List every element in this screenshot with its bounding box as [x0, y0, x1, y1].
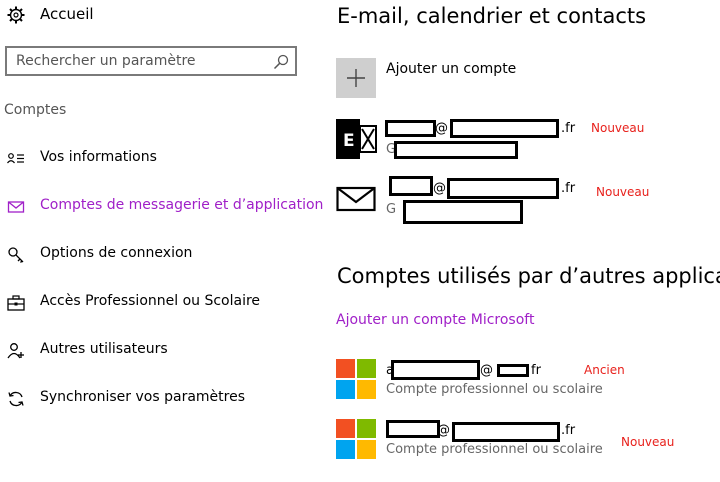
- redacted-name: [385, 120, 436, 137]
- account-type: Compte professionnel ou scolaire: [386, 442, 603, 457]
- redacted-name: [389, 176, 433, 196]
- redacted-name: [386, 420, 440, 438]
- account-type: Compte professionnel ou scolaire: [386, 382, 603, 397]
- add-account-label[interactable]: Ajouter un compte: [386, 61, 516, 77]
- sidebar-item-label: Vos informations: [40, 149, 157, 165]
- status-badge: Nouveau: [621, 435, 675, 449]
- sync-icon: [8, 391, 24, 407]
- status-badge: Nouveau: [596, 185, 650, 199]
- redacted-domain: [450, 119, 559, 138]
- account-at: @: [480, 363, 493, 378]
- add-microsoft-account-link[interactable]: Ajouter un compte Microsoft: [336, 312, 534, 328]
- exchange-icon: E: [336, 119, 377, 159]
- person-card-icon: [7, 153, 24, 164]
- sidebar-item-vos-informations[interactable]: Vos informations: [0, 143, 318, 175]
- sidebar-item-label: Synchroniser vos paramètres: [40, 389, 245, 405]
- gear-icon: [7, 6, 25, 24]
- microsoft-logo-icon: [336, 359, 376, 399]
- account-suffix: .fr: [561, 181, 576, 196]
- sidebar-item-label: Autres utilisateurs: [40, 341, 168, 357]
- briefcase-icon: [7, 295, 25, 311]
- home-link[interactable]: Accueil: [40, 5, 94, 23]
- redacted-name: [391, 360, 480, 380]
- sidebar-item-label: Options de connexion: [40, 245, 193, 261]
- account-at: @: [433, 181, 446, 196]
- search-input[interactable]: Rechercher un paramètre: [5, 46, 297, 76]
- add-account-button[interactable]: [336, 58, 376, 98]
- mail-envelope-icon: [336, 186, 376, 212]
- redacted-domain: [497, 364, 529, 377]
- search-icon[interactable]: [273, 54, 289, 70]
- redacted-subtitle: [394, 141, 518, 159]
- plus-icon: [347, 69, 365, 87]
- account-suffix: fr: [531, 363, 541, 378]
- status-badge: Ancien: [584, 363, 625, 377]
- page-title: E-mail, calendrier et contacts: [337, 4, 647, 28]
- sidebar-item-label: Accès Professionnel ou Scolaire: [40, 293, 261, 309]
- sidebar-item-acces-professionnel[interactable]: Accès Professionnel ou Scolaire: [0, 287, 318, 319]
- status-badge: Nouveau: [591, 121, 645, 135]
- sidebar-item-autres-utilisateurs[interactable]: Autres utilisateurs: [0, 335, 318, 367]
- section-heading-other-apps: Comptes utilisés par d’autres applicat: [337, 264, 720, 288]
- account-suffix: .fr: [561, 423, 576, 438]
- mail-icon: [7, 201, 25, 213]
- account-sub-prefix: G: [386, 202, 397, 217]
- svg-text:E: E: [343, 131, 355, 151]
- redacted-subtitle: [403, 200, 523, 224]
- sidebar-item-synchroniser[interactable]: Synchroniser vos paramètres: [0, 383, 318, 415]
- section-title: Comptes: [4, 102, 67, 118]
- redacted-domain: [447, 178, 559, 199]
- sidebar-item-comptes-messagerie[interactable]: Comptes de messagerie et d’application: [0, 191, 323, 223]
- sidebar-item-options-connexion[interactable]: Options de connexion: [0, 239, 318, 271]
- redacted-domain: [452, 422, 560, 442]
- account-at: @: [435, 121, 448, 136]
- key-icon: [8, 247, 24, 263]
- person-add-icon: [7, 343, 24, 359]
- sidebar-item-label: Comptes de messagerie et d’application: [40, 197, 324, 213]
- microsoft-logo-icon: [336, 419, 376, 459]
- account-suffix: .fr: [561, 121, 576, 136]
- account-at: @: [437, 423, 450, 438]
- search-placeholder: Rechercher un paramètre: [16, 53, 196, 69]
